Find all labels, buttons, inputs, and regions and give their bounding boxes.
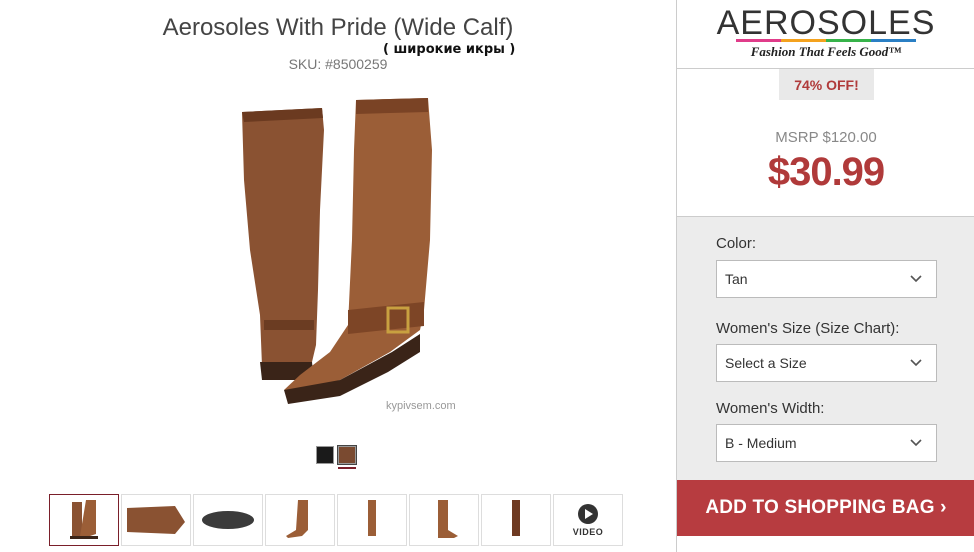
size-label: Women's Size (Size Chart): [716,320,900,337]
thumbnail-front[interactable] [337,494,407,546]
thumbnail-sole[interactable] [193,494,263,546]
brand-logo[interactable]: AEROSOLES [677,4,974,43]
width-select-value: B - Medium [725,435,797,451]
color-swatches [316,445,357,465]
watermark: kypivsem.com [386,400,456,412]
thumbnail-side-top[interactable] [121,494,191,546]
chevron-down-icon [910,275,922,283]
width-label: Women's Width: [716,400,825,417]
size-select-value: Select a Size [725,355,807,371]
width-select[interactable]: B - Medium [716,424,937,462]
brand-tagline: Fashion That Feels Good™ [750,44,902,59]
product-main-image [242,98,432,404]
thumbnail-video[interactable]: VIDEO [553,494,623,546]
color-label: Color: [716,235,757,252]
brand-header: AEROSOLES Fashion That Feels Good™ [677,0,974,69]
thumbnail-side[interactable] [265,494,335,546]
thumbnail-back[interactable] [481,494,551,546]
video-label: VIDEO [572,527,604,537]
product-options: Color: Tan Women's Size (Size Chart): Se… [677,216,974,480]
product-gallery: Aerosoles With Pride (Wide Calf) ( широк… [0,0,676,552]
chevron-down-icon [910,359,922,367]
thumbnail-pair[interactable] [49,494,119,546]
discount-badge: 74% OFF! [779,69,874,100]
swatch-selected-indicator [338,467,356,469]
swatch-tan[interactable] [337,445,357,465]
title-annotation: ( широкие икры ) [383,42,516,57]
color-select[interactable]: Tan [716,260,937,298]
swatch-black[interactable] [316,446,334,464]
product-title: Aerosoles With Pride (Wide Calf) [162,14,514,41]
size-select[interactable]: Select a Size [716,344,937,382]
color-select-value: Tan [725,271,748,287]
thumbnail-strip: VIDEO [49,494,623,546]
add-to-bag-button[interactable]: ADD TO SHOPPING BAG › [677,480,974,536]
thumbnail-inner[interactable] [409,494,479,546]
msrp-price: MSRP $120.00 [775,129,877,146]
chevron-down-icon [910,439,922,447]
sale-price: $30.99 [767,150,885,194]
product-sku: SKU: #8500259 [288,56,388,72]
brand-color-bar [736,39,916,42]
play-icon [578,504,598,524]
purchase-panel: AEROSOLES Fashion That Feels Good™ 74% O… [676,0,974,552]
